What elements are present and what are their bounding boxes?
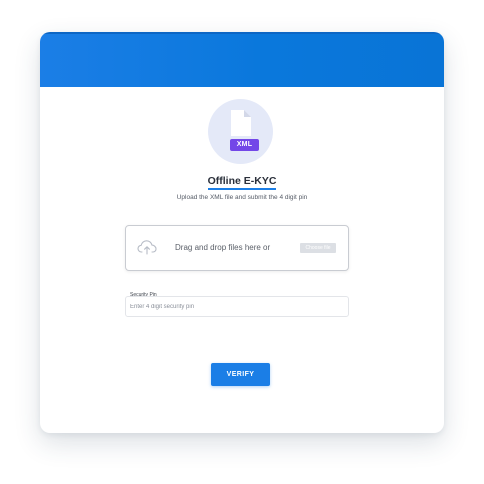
verify-button[interactable]: VERIFY <box>211 363 270 386</box>
page-title: Offline E-KYC <box>40 175 444 190</box>
xml-tag: XML <box>230 139 259 151</box>
card-header <box>40 32 444 87</box>
ekyc-card: XML Offline E-KYC Upload the XML file an… <box>40 32 444 433</box>
file-dropzone[interactable]: Drag and drop files here or Choose file <box>125 225 349 271</box>
xml-file-icon <box>231 110 251 136</box>
security-pin-input[interactable] <box>125 296 349 317</box>
page-title-text: Offline E-KYC <box>207 175 277 190</box>
page-subtitle: Upload the XML file and submit the 4 dig… <box>176 194 308 201</box>
cloud-upload-icon <box>137 240 157 255</box>
choose-file-button[interactable]: Choose file <box>300 243 336 253</box>
dropzone-prompt: Drag and drop files here or <box>175 243 271 252</box>
page: XML Offline E-KYC Upload the XML file an… <box>0 0 484 484</box>
